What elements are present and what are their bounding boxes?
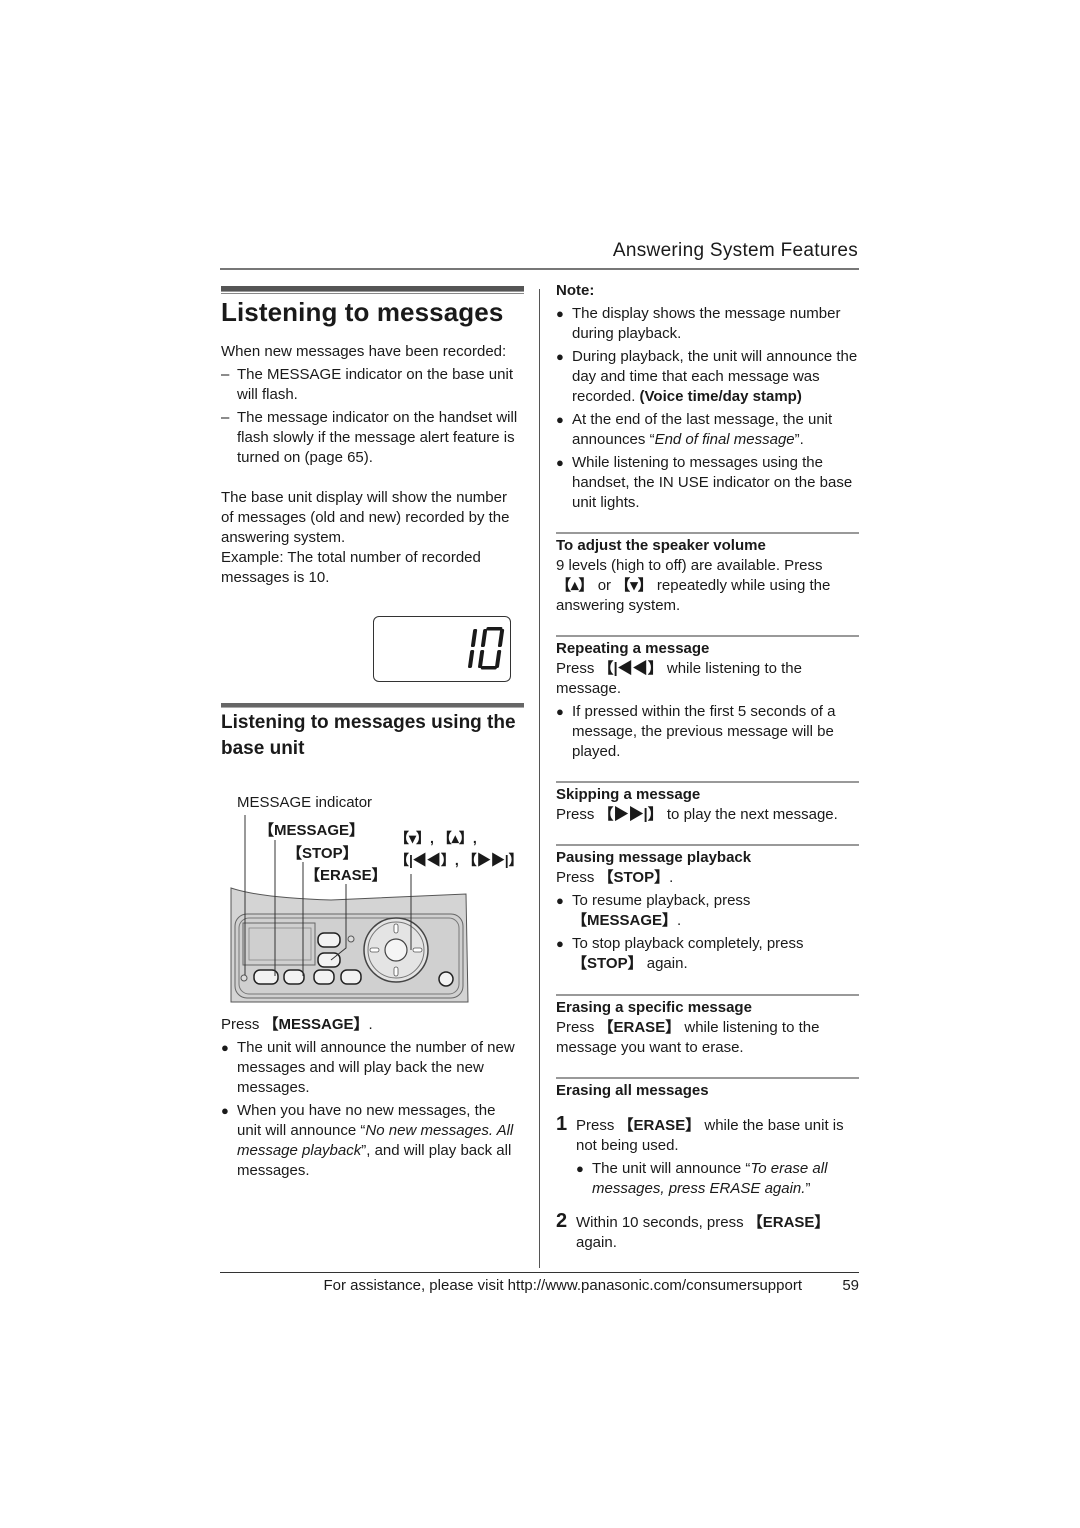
- press-message-block: Press 【MESSAGE】. ● The unit will announc…: [221, 1015, 521, 1184]
- erase-key: 【ERASE】: [598, 1019, 681, 1036]
- bullet-marker: ●: [221, 1103, 229, 1118]
- lcd-display: 10: [373, 616, 511, 682]
- volume-section: To adjust the speaker volume 9 levels (h…: [556, 536, 859, 616]
- step-2: 2 Within 10 seconds, press 【ERASE】 again…: [556, 1210, 830, 1251]
- stop-button: [283, 969, 305, 985]
- message-button: [253, 969, 279, 985]
- example-text: Example: The total number of recorded me…: [221, 549, 481, 586]
- bullet-marker: ●: [556, 412, 564, 427]
- section-separator: [556, 844, 859, 846]
- bullet-marker: ●: [556, 455, 564, 470]
- dash-item: – The message indicator on the handset w…: [221, 409, 518, 466]
- down-key: 【▾】: [615, 577, 653, 594]
- message-key: 【MESSAGE】: [572, 912, 678, 929]
- stop-key: 【STOP】: [572, 955, 643, 972]
- note-item: ● The display shows the message number d…: [556, 305, 841, 342]
- note-block: Note: ● The display shows the message nu…: [556, 281, 859, 516]
- erase-all-section: Erasing all messages 1 Press 【ERASE】 whi…: [556, 1081, 859, 1253]
- section-separator: [556, 1077, 859, 1079]
- bullet-marker: ●: [556, 704, 564, 719]
- bullet-item: ● To resume playback, press 【MESSAGE】.: [556, 892, 751, 929]
- bullet-marker: ●: [556, 349, 564, 364]
- step-number: 1: [556, 1113, 568, 1135]
- repeat-heading: Repeating a message: [556, 640, 710, 657]
- seven-segment-digits: [468, 627, 505, 670]
- skip-text: Press 【▶▶|】 to play the next message.: [556, 806, 838, 823]
- header-rule: [220, 268, 859, 270]
- repeat-text: Press 【|◀◀】 while listening to the messa…: [556, 660, 802, 697]
- note-label: Note:: [556, 282, 595, 299]
- stop-key: 【STOP】: [598, 869, 670, 886]
- press-message-instruction: Press 【MESSAGE】.: [221, 1016, 373, 1033]
- pause-section: Pausing message playback Press 【STOP】. ●…: [556, 848, 859, 977]
- subheading: Listening to messages using the base uni…: [221, 712, 516, 759]
- section-separator: [556, 994, 859, 996]
- message-key: 【MESSAGE】: [263, 1016, 369, 1033]
- footer-assistance: For assistance, please visit http://www.…: [323, 1277, 802, 1294]
- bullet-item: ● When you have no new messages, the uni…: [221, 1102, 514, 1179]
- dash-marker: –: [221, 366, 230, 383]
- page-number: 59: [842, 1277, 859, 1294]
- step-number: 2: [556, 1210, 568, 1232]
- note-item: ● At the end of the last message, the un…: [556, 411, 833, 448]
- footer-rule: [220, 1272, 859, 1273]
- bullet-item: ● If pressed within the first 5 seconds …: [556, 703, 836, 760]
- pause-heading: Pausing message playback: [556, 849, 752, 866]
- skip-heading: Skipping a message: [556, 786, 701, 803]
- bullet-marker: ●: [556, 936, 564, 951]
- step-1: 1 Press 【ERASE】 while the base unit is n…: [556, 1113, 844, 1154]
- column-divider: [539, 289, 540, 1268]
- section-separator: [556, 781, 859, 783]
- page-title: Listening to messages: [221, 297, 504, 327]
- up-key: 【▴】: [556, 577, 594, 594]
- base-unit-drawing: [230, 815, 469, 1003]
- bullet-item: ● To stop playback completely, press 【ST…: [556, 935, 804, 972]
- skip-key: 【▶▶|】: [598, 806, 663, 823]
- pause-text: Press 【STOP】.: [556, 869, 674, 886]
- erase-one-heading: Erasing a specific message: [556, 999, 752, 1016]
- intro-text: When new messages have been recorded:: [221, 343, 507, 360]
- bullet-item: ● The unit will announce the number of n…: [221, 1039, 515, 1096]
- bullet-marker: ●: [221, 1040, 229, 1055]
- volume-heading: To adjust the speaker volume: [556, 537, 766, 554]
- erase-one-text: Press 【ERASE】 while listening to the mes…: [556, 1019, 820, 1056]
- repeat-section: Repeating a message Press 【|◀◀】 while li…: [556, 639, 859, 765]
- dash-item: – The MESSAGE indicator on the base unit…: [221, 366, 513, 403]
- section-separator: [556, 635, 859, 637]
- section-title: Answering System Features: [612, 240, 858, 261]
- base-unit-diagram: MESSAGE indicator 【MESSAGE】 【STOP】 【ERAS…: [221, 790, 523, 1005]
- volume-text: 9 levels (high to off) are available. Pr…: [556, 557, 831, 614]
- erase-all-heading: Erasing all messages: [556, 1082, 709, 1099]
- bullet-marker: ●: [556, 893, 564, 908]
- display-paragraph: The base unit display will show the numb…: [221, 489, 510, 546]
- note-item: ● During playback, the unit will announc…: [556, 348, 858, 405]
- erase-key: 【ERASE】: [747, 1214, 830, 1231]
- note-item: ● While listening to messages using the …: [556, 454, 853, 511]
- erase-key: 【ERASE】: [618, 1117, 701, 1134]
- step-1-bullet: ● The unit will announce “To erase all m…: [576, 1160, 828, 1197]
- intro-block: When new messages have been recorded: – …: [221, 342, 521, 588]
- erase-one-section: Erasing a specific message Press 【ERASE】…: [556, 998, 859, 1058]
- skip-section: Skipping a message Press 【▶▶|】 to play t…: [556, 785, 859, 825]
- subheading-bar: [221, 703, 524, 708]
- bullet-marker: ●: [576, 1161, 584, 1176]
- heading-bar: [221, 286, 524, 294]
- bullet-marker: ●: [556, 306, 564, 321]
- dash-marker: –: [221, 409, 230, 426]
- rewind-key: 【|◀◀】: [598, 660, 663, 677]
- section-separator: [556, 532, 859, 534]
